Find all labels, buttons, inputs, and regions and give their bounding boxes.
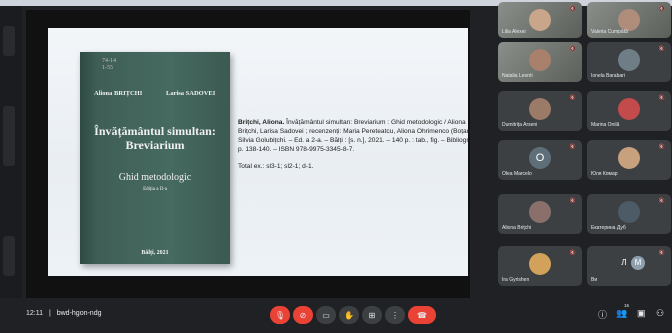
- participant-name: Екатерина Дуб: [591, 225, 626, 231]
- meeting-code: bwd-hgon-ndg: [56, 310, 102, 317]
- participant-tile[interactable]: 🔇 Natalia Leonti: [498, 42, 582, 82]
- book-place: Bălți, 2021: [141, 250, 169, 256]
- captions-button[interactable]: ▭: [316, 306, 336, 324]
- present-icon: ⊞: [368, 310, 376, 320]
- avatar: [618, 98, 640, 120]
- mic-muted-icon: 🔇: [658, 144, 665, 150]
- participant-name: Olea Marcelo: [502, 171, 532, 177]
- mic-muted-icon: 🔇: [569, 95, 576, 101]
- participant-tile[interactable]: Л M 🔇 Ви: [587, 246, 671, 286]
- raise-hand-button[interactable]: ✋: [339, 306, 359, 324]
- meeting-info: 12:11 | bwd-hgon-ndg: [26, 310, 102, 317]
- mic-muted-icon: 🔇: [658, 46, 665, 52]
- mic-muted-icon: 🔇: [569, 198, 576, 204]
- participant-name: Юля Комар: [591, 171, 618, 177]
- description-author: Brițchi, Aliona.: [238, 119, 285, 126]
- participant-tile[interactable]: 🔇 Marina Onilă: [587, 91, 671, 131]
- more-options-button[interactable]: ⋮: [385, 306, 405, 324]
- participant-tile[interactable]: 🔇 Aliona Brițchi: [498, 194, 582, 234]
- hang-up-icon: ☎: [417, 310, 427, 320]
- captions-icon: ▭: [322, 310, 330, 320]
- participant-tile[interactable]: 🔇 Юля Комар: [587, 140, 671, 180]
- avatar: [618, 147, 640, 169]
- book-edition: Ediția a II-a: [143, 187, 167, 192]
- more-vert-icon: ⋮: [391, 310, 399, 320]
- mic-muted-icon: 🔇: [658, 250, 665, 256]
- meeting-separator: |: [48, 310, 51, 317]
- avatar-letter: O: [529, 147, 551, 169]
- present-button[interactable]: ⊞: [362, 306, 382, 324]
- avatar-letter: Л: [617, 256, 631, 270]
- participant-tile[interactable]: 🔇 Valeria Cumpătă: [587, 2, 671, 38]
- mic-muted-icon: 🔇: [658, 95, 665, 101]
- slide-content: 74-14 1-55 Aliona BRIȚCHI Larisa SADOVEI…: [48, 28, 474, 276]
- participant-name: Aliona Brițchi: [502, 225, 532, 231]
- mic-muted-icon: 🔇: [569, 6, 576, 12]
- leave-call-button[interactable]: ☎: [408, 306, 436, 324]
- avatar: [618, 9, 640, 31]
- participant-tile[interactable]: 🔇 Lilia Alexei: [498, 2, 582, 38]
- activities-icon[interactable]: ⚇: [656, 308, 664, 319]
- avatar: [618, 49, 640, 71]
- participant-name: Lilia Alexei: [502, 29, 526, 35]
- participant-name: Valeria Cumpătă: [591, 29, 628, 35]
- book-description: Brițchi, Aliona. Învățământul simultan: …: [238, 118, 476, 171]
- camera-off-button[interactable]: ⊘: [293, 306, 313, 324]
- avatar: [529, 49, 551, 71]
- participant-name: Natalia Leonti: [502, 73, 533, 79]
- mic-muted-icon: 🔇: [569, 46, 576, 52]
- participant-tile[interactable]: O 🔇 Olea Marcelo: [498, 140, 582, 180]
- participant-tile[interactable]: 🔇 Dumitrița Arseni: [498, 91, 582, 131]
- participant-tile[interactable]: 🔇 Ionela Barabari: [587, 42, 671, 82]
- participant-name: Marina Onilă: [591, 122, 620, 128]
- presentation-view[interactable]: 74-14 1-55 Aliona BRIȚCHI Larisa SADOVEI…: [26, 10, 474, 298]
- rail-item[interactable]: [3, 106, 15, 166]
- rail-item[interactable]: [3, 236, 15, 276]
- avatar: [529, 98, 551, 120]
- meeting-control-bar: 12:11 | bwd-hgon-ndg 🎙 ⊘ ▭ ✋ ⊞ ⋮ ☎ ⓘ 👥 1…: [0, 298, 672, 333]
- participant-name: Ви: [591, 277, 598, 283]
- avatar: [529, 253, 551, 275]
- participant-name: Ionela Barabari: [591, 73, 625, 79]
- participant-tile[interactable]: 🔇 Екатерина Дуб: [587, 194, 671, 234]
- camera-off-icon: ⊘: [299, 310, 307, 320]
- description-total: Total ex.: sl3-1; sl2-1; d-1.: [238, 163, 314, 170]
- rail-item[interactable]: [3, 26, 15, 56]
- left-rail: [0, 6, 22, 298]
- mic-off-icon: 🎙: [274, 310, 286, 320]
- participant-tile[interactable]: 🔇 Ira Gyrishen: [498, 246, 582, 286]
- book-author-right: Larisa SADOVEI: [166, 90, 216, 97]
- participant-name: Dumitrița Arseni: [502, 122, 538, 128]
- book-sticker: 74-14 1-55: [102, 58, 116, 71]
- avatar: [529, 9, 551, 31]
- book-subtitle: Ghid metodologic: [118, 172, 192, 183]
- mic-off-button[interactable]: 🎙: [270, 306, 290, 324]
- mic-muted-icon: 🔇: [658, 198, 665, 204]
- mic-muted-icon: 🔇: [569, 144, 576, 150]
- chat-icon[interactable]: ▣: [637, 308, 646, 319]
- participant-count: 16: [624, 303, 630, 308]
- book-title: Învățământul simultan: Breviarium: [94, 124, 216, 152]
- avatar-letter: M: [631, 256, 645, 270]
- info-icon[interactable]: ⓘ: [598, 308, 607, 321]
- mic-muted-icon: 🔇: [569, 250, 576, 256]
- people-icon[interactable]: 👥: [616, 308, 627, 319]
- meeting-time: 12:11: [26, 310, 43, 317]
- participant-name: Ira Gyrishen: [502, 277, 530, 283]
- book-cover: 74-14 1-55 Aliona BRIȚCHI Larisa SADOVEI…: [80, 52, 230, 264]
- book-author-left: Aliona BRIȚCHI: [94, 90, 143, 97]
- avatar: [529, 201, 551, 223]
- mic-muted-icon: 🔇: [658, 6, 665, 12]
- hand-icon: ✋: [344, 310, 354, 320]
- avatar: [618, 201, 640, 223]
